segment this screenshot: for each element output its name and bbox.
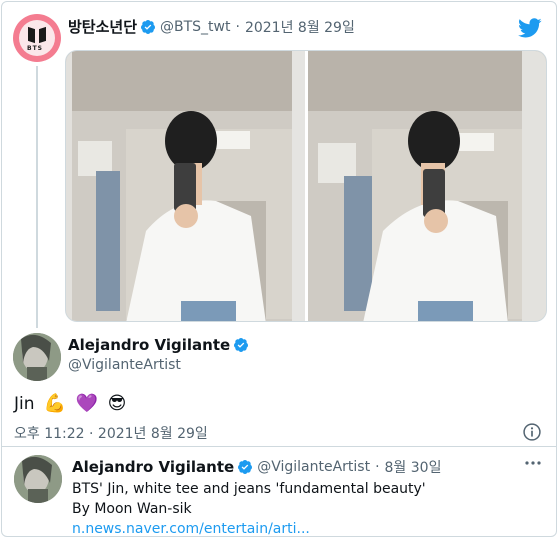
verified-badge-icon [234,338,249,352]
header-separator: · [235,18,240,35]
tweet-embed-card: BTS 방탄소년단 @BTS_twt · 2021년 8월 29일 Alejan… [1,1,557,537]
purple-heart-emoji: 💜 [75,393,99,414]
main-tweet-timestamp[interactable]: 오후 11:22 · 2021년 8월 29일 [14,423,208,443]
mirror-selfie-illustration [308,51,546,321]
reply-text-line-1: BTS' Jin, white tee and jeans 'fundament… [72,481,426,497]
info-icon[interactable] [522,422,542,442]
avatar-portrait-illustration [13,333,61,381]
quoted-date[interactable]: 2021년 8월 29일 [245,17,355,37]
quoted-display-name[interactable]: 방탄소년단 [68,16,137,37]
alejandro-avatar[interactable] [13,333,61,381]
twitter-bird-icon[interactable] [518,16,542,40]
tweet-divider [2,446,556,447]
bts-logo-right [39,26,46,44]
main-handle[interactable]: @VigilanteArtist [68,357,249,373]
more-options-icon[interactable] [524,458,542,468]
reply-display-name[interactable]: Alejandro Vigilante [72,458,234,476]
reply-link[interactable]: n.news.naver.com/entertain/arti... [72,519,522,536]
avatar-portrait-illustration [14,455,62,503]
reply-tweet-body[interactable]: Alejandro Vigilante @VigilanteArtist · 8… [72,457,522,536]
reply-author-avatar[interactable] [14,455,62,503]
reply-text-line-2: By Moon Wan-sik [72,501,192,517]
bts-logo-text: BTS [27,45,43,52]
main-tweet-author: Alejandro Vigilante @VigilanteArtist [68,336,249,373]
main-display-name[interactable]: Alejandro Vigilante [68,336,230,354]
main-tweet-text-content: Jin [14,394,35,414]
sunglasses-emoji: 😎 [107,393,127,414]
verified-badge-icon [141,19,156,34]
tweet-photo-1[interactable] [66,51,305,321]
flexed-biceps-emoji: 💪 [43,393,67,414]
tweet-media-grid [65,50,547,322]
bts-avatar[interactable]: BTS [13,14,61,62]
tweet-photo-2[interactable] [308,51,546,321]
mirror-selfie-illustration [66,51,305,321]
bts-logo-left [28,26,35,44]
quoted-tweet-header: 방탄소년단 @BTS_twt · 2021년 8월 29일 [68,16,355,37]
reply-separator: · [375,459,380,475]
reply-date[interactable]: 8월 30일 [385,457,442,477]
verified-badge-icon [238,460,253,474]
quoted-handle[interactable]: @BTS_twt [160,19,230,35]
main-tweet-text: Jin 💪 💜 😎 [14,393,126,414]
thread-connector-line [36,66,38,328]
reply-handle[interactable]: @VigilanteArtist [257,459,370,475]
